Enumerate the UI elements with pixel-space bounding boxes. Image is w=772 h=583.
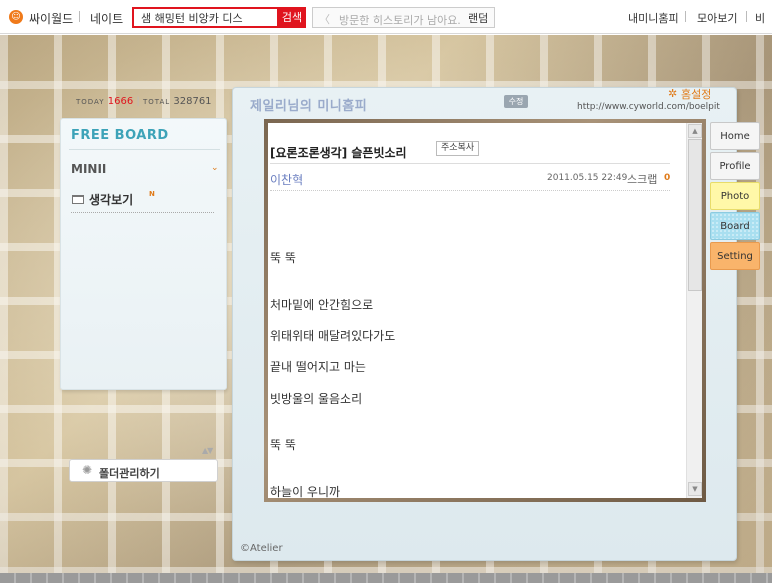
divider (270, 190, 670, 191)
site-url[interactable]: http://www.cyworld.com/boelpit (577, 102, 720, 112)
search-button[interactable]: 검색 (278, 7, 306, 28)
post-line: 뚝 뚝 (270, 251, 296, 265)
tab-profile[interactable]: Profile (710, 152, 760, 180)
scroll-down-icon[interactable]: ▼ (688, 482, 702, 496)
tab-setting[interactable]: Setting (710, 242, 760, 270)
new-badge-icon: N (149, 190, 155, 198)
cyworld-link[interactable]: 싸이월드 (29, 10, 73, 27)
cyworld-logo-icon[interactable]: ☺ (9, 10, 23, 24)
total-count: 328761 (173, 96, 212, 107)
collapse-arrows-icon[interactable]: ▲▼ (202, 446, 213, 455)
board-title: FREE BOARD (71, 128, 169, 143)
post-line: 위태위태 매달려있다가도 (270, 329, 396, 343)
folder-item-thoughts[interactable]: 생각보기 (89, 191, 133, 208)
post-author[interactable]: 이찬혁 (270, 171, 303, 188)
tab-board[interactable]: Board (710, 212, 760, 240)
post-line: 빗방울의 울음소리 (270, 392, 363, 406)
visitor-stats: TODAY 1666 | TOTAL 328761 (76, 96, 212, 107)
scrap-button[interactable]: 스크랩 (627, 171, 657, 187)
random-visit-link[interactable]: 랜덤 (468, 10, 488, 26)
divider (69, 149, 220, 150)
divider (270, 163, 670, 164)
tab-home[interactable]: Home (710, 122, 760, 150)
nate-link[interactable]: 네이트 (90, 10, 123, 27)
post-content-area: [요론조론생각] 슬픈빗소리 주소복사 이찬혁 2011.05.15 22:49… (268, 123, 702, 498)
atelier-logo: ©Atelier (240, 543, 283, 554)
scroll-up-icon[interactable]: ▲ (688, 124, 702, 138)
today-count: 1666 (107, 96, 134, 107)
gear-icon: ✺ (82, 463, 93, 477)
total-label: TOTAL (142, 98, 171, 106)
history-placeholder: 방문한 히스토리가 남아요. (339, 14, 461, 27)
post-title: [요론조론생각] 슬픈빗소리 (270, 146, 407, 160)
nav-separator (79, 11, 80, 22)
my-minihome-link[interactable]: 내미니홈피 (628, 10, 679, 26)
board-menu-panel: FREE BOARD MINII ⌄ 생각보기 N (60, 118, 227, 390)
tab-photo[interactable]: Photo (710, 182, 760, 210)
nav-separator (746, 11, 747, 22)
home-settings-icon[interactable]: ✲ (668, 87, 677, 100)
edit-title-button[interactable]: 수정 (504, 95, 528, 108)
home-settings-link[interactable]: 홈설정 (681, 86, 711, 102)
bottom-strip (0, 573, 772, 583)
post-line: 처마밑에 안간힘으로 (270, 298, 374, 312)
post-line: 뚝 뚝 (270, 438, 296, 452)
category-minii[interactable]: MINII (71, 162, 106, 176)
collect-view-link[interactable]: 모아보기 (697, 10, 737, 26)
folder-icon (72, 195, 84, 204)
chevron-down-icon[interactable]: ⌄ (211, 163, 219, 173)
scrap-count: 0 (664, 173, 671, 183)
today-label: TODAY (76, 98, 105, 106)
nav-item-truncated[interactable]: 비 (755, 10, 765, 26)
history-prev-icon[interactable]: 〈 (319, 11, 330, 27)
copy-address-button[interactable]: 주소복사 (436, 141, 480, 156)
vertical-scrollbar[interactable]: ▲ ▼ (686, 123, 702, 498)
scroll-thumb[interactable] (688, 139, 702, 291)
search-input[interactable] (134, 9, 274, 26)
folder-manage-button[interactable]: ✺ 폴더관리하기 (69, 459, 218, 482)
post-date: 2011.05.15 22:49 (547, 173, 628, 183)
post-line: 끝내 떨어지고 마는 (270, 360, 366, 374)
nav-separator (685, 11, 686, 22)
top-navigation-bar: ☺ 싸이월드 네이트 검색 〈 방문한 히스토리가 남아요. 랜덤 내미니홈피 … (0, 0, 772, 34)
folder-manage-label: 폴더관리하기 (99, 467, 160, 480)
divider (71, 212, 214, 213)
search-box[interactable] (132, 7, 279, 28)
minihome-title: 제일리님의 미니홈피 (250, 99, 368, 114)
post-line: 하늘이 우니까 (270, 485, 341, 498)
